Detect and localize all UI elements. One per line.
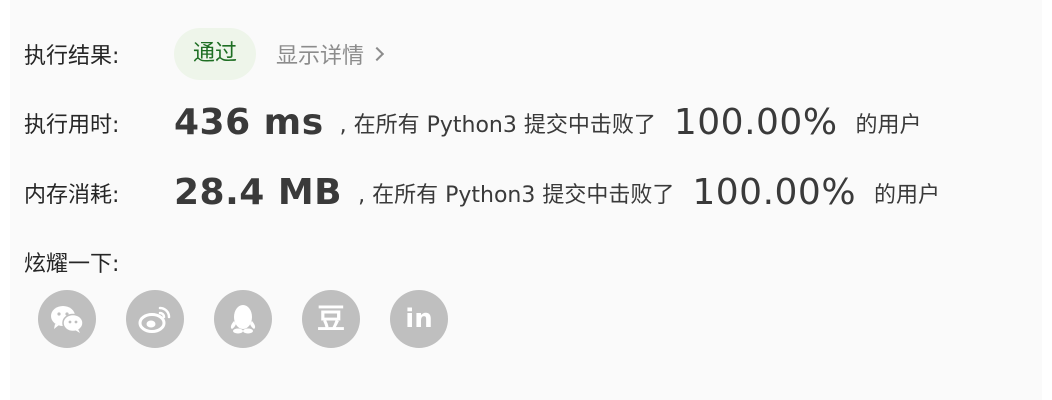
- show-details-label: 显示详情: [276, 44, 365, 69]
- runtime-value: 436 ms: [174, 102, 324, 143]
- wechat-icon: [51, 306, 84, 333]
- status-badge: 通过: [174, 28, 257, 80]
- share-linkedin-button[interactable]: in: [390, 290, 448, 348]
- result-label: 执行结果:: [24, 44, 120, 69]
- runtime-percent: 100.00%: [673, 102, 838, 143]
- runtime-suffix-text: 的用户: [855, 112, 922, 138]
- memory-value: 28.4 MB: [174, 172, 343, 213]
- share-douban-button[interactable]: 豆: [302, 290, 360, 348]
- runtime-label: 执行用时:: [24, 112, 120, 138]
- memory-label: 内存消耗:: [24, 182, 120, 208]
- memory-suffix-text: 的用户: [874, 182, 941, 208]
- douban-icon: 豆: [316, 302, 345, 335]
- share-label: 炫耀一下:: [24, 252, 120, 277]
- submission-result-panel: 执行结果: 通过 显示详情 执行用时: 436 ms , 在所有 Python3…: [10, 0, 1042, 400]
- memory-prefix-text: , 在所有 Python3 提交中击败了: [358, 182, 675, 208]
- share-qq-button[interactable]: [214, 290, 272, 348]
- runtime-prefix-text: , 在所有 Python3 提交中击败了: [339, 112, 656, 138]
- memory-row: 内存消耗: 28.4 MB , 在所有 Python3 提交中击败了 100.0…: [24, 172, 940, 213]
- runtime-row: 执行用时: 436 ms , 在所有 Python3 提交中击败了 100.00…: [24, 102, 922, 143]
- share-row-label: 炫耀一下:: [24, 246, 174, 278]
- share-buttons: 豆 in: [38, 290, 478, 348]
- qq-icon: [230, 305, 256, 334]
- share-wechat-button[interactable]: [38, 290, 96, 348]
- chevron-right-icon: [369, 46, 385, 62]
- result-row: 执行结果: 通过 显示详情: [24, 28, 385, 80]
- linkedin-icon: in: [405, 304, 433, 334]
- show-details-link[interactable]: 显示详情: [276, 38, 385, 70]
- memory-percent: 100.00%: [692, 172, 857, 213]
- share-weibo-button[interactable]: [126, 290, 184, 348]
- weibo-icon: [138, 306, 171, 333]
